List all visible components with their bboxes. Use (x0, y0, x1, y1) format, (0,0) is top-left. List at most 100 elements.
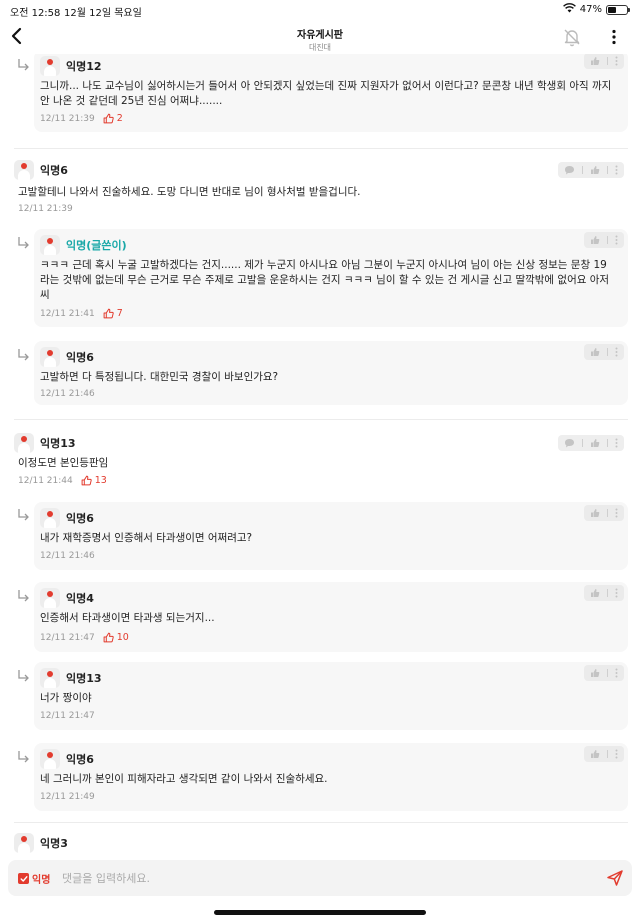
like-button[interactable] (590, 347, 600, 357)
like-button[interactable] (590, 749, 600, 759)
like-button[interactable] (590, 668, 600, 678)
reply-item: 익명6 네 그러니까 본인이 피해자라고 생각되면 같이 나와서 진술하세요. … (34, 743, 628, 811)
actions-separator (607, 166, 608, 174)
reply-button[interactable] (564, 165, 575, 175)
comment-more-button[interactable] (615, 749, 618, 759)
comment-author: 익명3 (40, 837, 68, 850)
comment-divider (14, 148, 628, 149)
avatar (40, 235, 60, 255)
comment-item: 익명6 고발할테니 나와서 진술하세요. 도망 다니면 반대로 님이 형사처벌 … (14, 159, 628, 221)
comment-meta: 12/11 21:46 (40, 551, 95, 561)
comment-text: 내가 재학증명서 인증해서 타과생이면 어쩌려고? (40, 532, 253, 544)
actions-separator (607, 750, 608, 758)
thumbs-up-icon (591, 57, 600, 65)
like-button[interactable] (590, 165, 600, 175)
reply-arrow-icon (18, 349, 29, 361)
comment-more-button[interactable] (615, 668, 618, 678)
comment-actions (584, 54, 624, 69)
comment-meta: 12/11 21:47 10 (40, 632, 129, 643)
comment-meta: 12/11 21:39 (18, 204, 73, 214)
comment-text: 고발할테니 나와서 진술하세요. 도망 다니면 반대로 님이 형사처벌 받을겁니… (18, 186, 361, 198)
more-vertical-icon (615, 508, 618, 518)
comment-meta: 12/11 21:47 (40, 711, 95, 721)
like-button[interactable] (590, 508, 600, 518)
thumbs-up-icon (591, 166, 600, 174)
comment-header: 익명(글쓴이) (40, 234, 127, 256)
comment-meta: 12/11 21:46 (40, 389, 95, 399)
comment-meta: 12/11 21:39 2 (40, 113, 123, 124)
like-button[interactable] (590, 438, 600, 448)
thumbs-up-icon (591, 589, 600, 597)
comment-time: 12/11 21:41 (40, 308, 95, 319)
more-options-button[interactable] (606, 27, 622, 47)
comment-time: 12/11 21:39 (40, 113, 95, 124)
like-button[interactable] (590, 588, 600, 598)
comment-input[interactable] (62, 868, 582, 888)
comment-feed[interactable]: 익명12 그니까... 나도 교수님이 싫어하시는거 들어서 아 안되겠지 싶었… (0, 54, 640, 858)
check-icon (18, 873, 29, 884)
more-vertical-icon (615, 165, 618, 175)
avatar (40, 347, 60, 367)
reply-arrow-icon (18, 59, 29, 71)
actions-separator (607, 589, 608, 597)
more-vertical-icon (615, 56, 618, 66)
comment-more-button[interactable] (615, 508, 618, 518)
comment-author: 익명13 (40, 437, 76, 450)
comment-more-button[interactable] (615, 438, 618, 448)
thumbs-up-icon (591, 669, 600, 677)
comment-time: 12/11 21:46 (40, 389, 95, 399)
comment-more-button[interactable] (615, 165, 618, 175)
comment-text: 인증해서 타과생이면 타과생 되는거지... (40, 612, 215, 624)
page-subtitle: 대진대 (308, 43, 332, 52)
more-vertical-icon (615, 668, 618, 678)
more-vertical-icon (615, 588, 618, 598)
comment-more-button[interactable] (615, 235, 618, 245)
comment-more-button[interactable] (615, 347, 618, 357)
status-date: 12월 12일 목요일 (64, 8, 142, 19)
thumbs-up-outline-icon (81, 475, 92, 486)
comment-author: 익명6 (66, 753, 94, 766)
comment-author: 익명12 (66, 60, 102, 73)
avatar (40, 508, 60, 528)
like-button[interactable] (590, 235, 600, 245)
anonymous-toggle[interactable]: 익명 (18, 871, 50, 886)
avatar (40, 588, 60, 608)
reply-arrow-icon (18, 590, 29, 602)
actions-separator (607, 439, 608, 447)
comment-time: 12/11 21:47 (40, 711, 95, 721)
send-icon (607, 870, 623, 886)
comment-header: 익명6 (40, 507, 94, 529)
comment-header: 익명6 (40, 346, 94, 368)
comment-header: 익명13 (40, 667, 102, 689)
reply-item: 익명12 그니까... 나도 교수님이 싫어하시는거 들어서 아 안되겠지 싶었… (34, 54, 628, 132)
reply-button[interactable] (564, 438, 575, 448)
like-button[interactable] (590, 56, 600, 66)
more-vertical-icon (615, 235, 618, 245)
avatar (14, 160, 34, 180)
send-button[interactable] (606, 869, 624, 887)
more-vertical-icon (615, 438, 618, 448)
comment-author: 익명(글쓴이) (66, 239, 127, 252)
more-vertical-icon (615, 347, 618, 357)
comment-text: 그니까... 나도 교수님이 싫어하시는거 들어서 아 안되겠지 싶었는데 진짜… (40, 80, 612, 107)
actions-separator (607, 348, 608, 356)
comment-text: 고발하면 다 특정됩니다. 대한민국 경찰이 바보인가요? (40, 371, 279, 383)
comment-header: 익명13 (14, 432, 76, 454)
home-indicator[interactable] (214, 910, 426, 915)
page-title: 자유게시판 (297, 30, 343, 41)
thumbs-up-outline-icon (103, 632, 114, 643)
thumbs-up-icon (591, 236, 600, 244)
reply-item: 익명13 너가 짱이야 12/11 21:47 (34, 662, 628, 730)
comment-time: 12/11 21:49 (40, 792, 95, 802)
thumbs-up-outline-icon (103, 113, 114, 124)
comment-more-button[interactable] (615, 588, 618, 598)
reply-item: 익명4 인증해서 타과생이면 타과생 되는거지... 12/11 21:47 1… (34, 582, 628, 652)
comment-author: 익명4 (66, 592, 94, 605)
header-title-group: 자유게시판 대진대 (0, 26, 640, 53)
notification-off-button[interactable] (562, 27, 582, 47)
comment-actions (584, 232, 624, 248)
comment-author: 익명6 (66, 512, 94, 525)
comment-author: 익명6 (66, 351, 94, 364)
reply-arrow-icon (18, 237, 29, 249)
comment-more-button[interactable] (615, 56, 618, 66)
